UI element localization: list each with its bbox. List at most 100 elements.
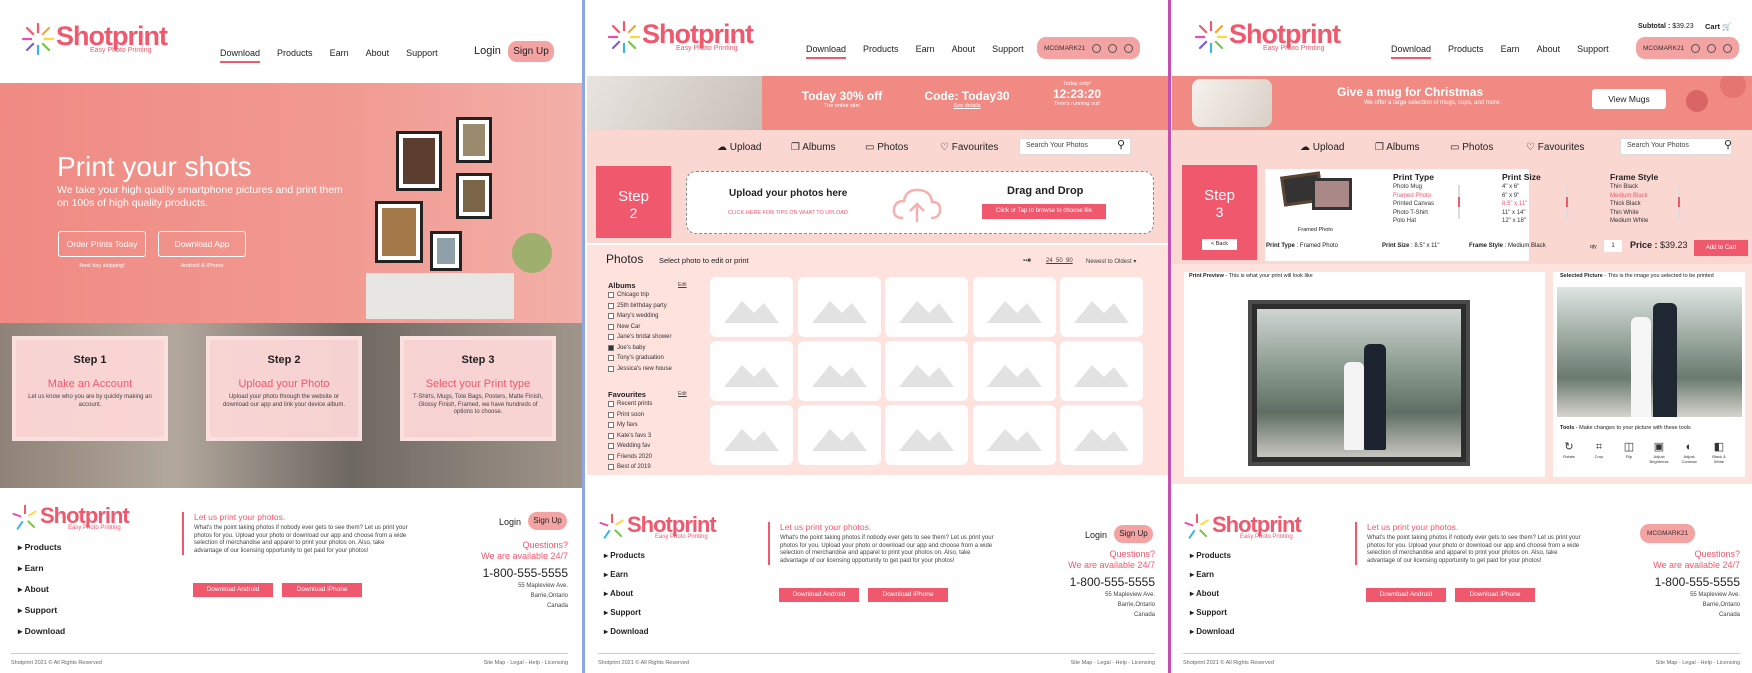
footer-link-download[interactable]: ▸ Download <box>604 627 648 636</box>
album-checkbox[interactable] <box>608 334 614 341</box>
album-checkbox[interactable] <box>608 355 614 362</box>
footer-link-earn[interactable]: ▸ Earn <box>604 570 648 579</box>
nav-download[interactable]: Download <box>220 48 261 63</box>
account-pill[interactable]: MCGMARK21 <box>1037 37 1141 59</box>
favourite-item[interactable]: Recent prints <box>608 399 652 410</box>
footer-legal-links[interactable]: Site Map - Legal - Help - Licensing <box>1656 660 1740 666</box>
add-to-cart-button[interactable]: Add to Cart <box>1694 240 1748 256</box>
download-android-button[interactable]: Download Android <box>1366 588 1446 602</box>
footer-link-download[interactable]: ▸ Download <box>1190 627 1234 636</box>
frame-style-option[interactable]: Thick Black <box>1610 200 1648 209</box>
tab-photos[interactable]: ▭ Photos <box>865 142 908 153</box>
tab-albums[interactable]: ❐ Albums <box>791 142 836 153</box>
photo-placeholder-tile[interactable] <box>710 277 793 337</box>
tab-upload[interactable]: ☁ Upload <box>1300 142 1344 153</box>
footer-phone[interactable]: 1-800-555-5555 <box>481 566 568 580</box>
favourites-edit-link[interactable]: Edit <box>678 391 687 397</box>
nav-earn[interactable]: Earn <box>1501 44 1520 54</box>
photo-placeholder-tile[interactable] <box>972 405 1056 465</box>
favourite-item[interactable]: Wedding fav <box>608 441 652 452</box>
footer-link-about[interactable]: ▸ About <box>604 589 648 598</box>
favourite-checkbox[interactable] <box>608 453 614 460</box>
sort-dropdown[interactable]: Newest to Oldest ▾ <box>1086 258 1136 265</box>
album-checkbox[interactable] <box>608 365 614 372</box>
promo-details-link[interactable]: See details <box>917 103 1017 109</box>
album-checkbox[interactable] <box>608 313 614 320</box>
frame-style-option[interactable]: Medium White <box>1610 217 1648 226</box>
nav-products[interactable]: Products <box>277 48 313 58</box>
settings-icon[interactable] <box>1707 43 1717 53</box>
photo-placeholder-tile[interactable] <box>972 277 1056 337</box>
footer-phone[interactable]: 1-800-555-5555 <box>1068 575 1155 589</box>
cart-link[interactable]: Cart 🛒 <box>1705 22 1731 31</box>
view-size-icon[interactable]: ▪▪■ <box>1023 258 1031 264</box>
footer-legal-links[interactable]: Site Map - Legal - Help - Licensing <box>1071 660 1155 666</box>
print-type-option[interactable]: Polo Hat <box>1393 217 1434 226</box>
footer-link-support[interactable]: ▸ Support <box>604 608 648 617</box>
nav-about[interactable]: About <box>952 44 976 54</box>
favourite-item[interactable]: Kate's favs 3 <box>608 431 652 442</box>
footer-signup-button[interactable]: Sign Up <box>528 512 567 530</box>
footer-link-support[interactable]: ▸ Support <box>1190 608 1234 617</box>
footer-phone[interactable]: 1-800-555-5555 <box>1653 575 1740 589</box>
album-item[interactable]: Jessica's new house <box>608 364 672 375</box>
photo-placeholder-tile[interactable] <box>1060 341 1143 401</box>
footer-logo[interactable]: Shotprint Easy Photo Printing <box>1183 513 1302 541</box>
flip-tool[interactable]: ◫ Flip <box>1618 440 1640 459</box>
photo-placeholder-tile[interactable] <box>885 277 968 337</box>
photo-placeholder-tile[interactable] <box>885 405 968 465</box>
nav-earn[interactable]: Earn <box>916 44 935 54</box>
search-icon[interactable]: ⚲ <box>1724 138 1732 151</box>
album-checkbox[interactable] <box>608 302 614 309</box>
album-item[interactable]: Mary's wedding <box>608 311 672 322</box>
footer-login-link[interactable]: Login <box>1085 530 1107 540</box>
nav-about[interactable]: About <box>366 48 390 58</box>
print-type-option[interactable]: Photo Mug <box>1393 183 1434 192</box>
footer-logo[interactable]: Shotprint Easy Photo Printing <box>11 504 130 532</box>
print-size-option[interactable]: 6" x 9" <box>1502 192 1527 201</box>
nav-download[interactable]: Download <box>1391 44 1432 59</box>
photo-placeholder-tile[interactable] <box>710 341 793 401</box>
nav-products[interactable]: Products <box>1448 44 1484 54</box>
frame-style-option[interactable]: Thin Black <box>1610 183 1648 192</box>
print-type-option-selected[interactable]: Framed Photo <box>1393 192 1434 201</box>
tab-albums[interactable]: ❐ Albums <box>1375 142 1420 153</box>
nav-support[interactable]: Support <box>406 48 438 58</box>
print-type-option[interactable]: Printed Canvas <box>1393 200 1434 209</box>
photo-placeholder-tile[interactable] <box>797 341 881 401</box>
photo-placeholder-tile[interactable] <box>885 341 968 401</box>
footer-link-products[interactable]: ▸ Products <box>18 542 65 553</box>
per-page-options[interactable]: 24 50 90 <box>1046 258 1073 264</box>
view-mugs-button[interactable]: View Mugs <box>1592 89 1666 109</box>
photo-placeholder-tile[interactable] <box>710 405 793 465</box>
footer-link-download[interactable]: ▸ Download <box>18 626 65 637</box>
settings-icon[interactable] <box>1108 43 1118 53</box>
qty-stepper[interactable]: 1 <box>1604 240 1622 252</box>
nav-about[interactable]: About <box>1537 44 1561 54</box>
favourite-checkbox[interactable] <box>608 443 614 450</box>
shotprint-logo[interactable]: Shotprint Easy Photo Printing <box>21 22 168 56</box>
footer-link-support[interactable]: ▸ Support <box>18 605 65 616</box>
user-icon[interactable] <box>1691 43 1701 53</box>
album-item[interactable]: 25th birthday party <box>608 301 672 312</box>
album-item[interactable]: Joe's baby <box>608 343 672 354</box>
frame-style-option-selected[interactable]: Medium Black <box>1610 192 1648 201</box>
user-icon[interactable] <box>1092 43 1102 53</box>
photo-placeholder-tile[interactable] <box>972 341 1056 401</box>
crop-tool[interactable]: ⌗ Crop <box>1588 440 1610 459</box>
download-android-button[interactable]: Download Android <box>193 583 273 597</box>
favourite-checkbox[interactable] <box>608 411 614 418</box>
download-android-button[interactable]: Download Android <box>779 588 859 602</box>
search-icon[interactable]: ⚲ <box>1117 138 1125 151</box>
favourite-item[interactable]: Print soon <box>608 410 652 421</box>
order-prints-button[interactable]: Order Prints Today <box>58 231 146 257</box>
black-white-tool[interactable]: ◧ Black & White <box>1708 440 1730 464</box>
signup-button[interactable]: Sign Up <box>508 41 554 62</box>
account-pill[interactable]: MCGMARK21 <box>1636 37 1740 59</box>
logout-icon[interactable] <box>1723 43 1733 53</box>
browse-file-button[interactable]: Click or Tap to browse to choose file <box>982 204 1106 219</box>
print-size-option[interactable]: 4" x 6" <box>1502 183 1527 192</box>
nav-support[interactable]: Support <box>1577 44 1609 54</box>
contrast-tool[interactable]: ◐ Adjust Contrast <box>1678 440 1700 464</box>
frame-style-option[interactable]: Thin White <box>1610 209 1648 218</box>
